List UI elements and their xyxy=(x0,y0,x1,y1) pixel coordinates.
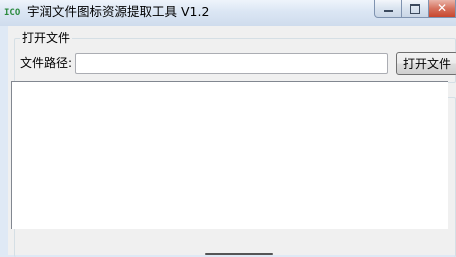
app-icon: ICO xyxy=(4,8,21,18)
minimize-icon xyxy=(384,10,393,12)
open-file-button[interactable]: 打开文件 xyxy=(396,52,456,75)
open-file-group-legend: 打开文件 xyxy=(20,31,73,45)
file-path-input[interactable] xyxy=(75,53,388,74)
file-path-label: 文件路径: xyxy=(20,56,73,70)
maximize-icon xyxy=(410,4,420,14)
close-icon: ✕ xyxy=(437,1,448,15)
window-title: 宇润文件图标资源提取工具 V1.2 xyxy=(27,4,210,19)
maximize-button[interactable] xyxy=(402,0,429,18)
title-bar[interactable]: ICO 宇润文件图标资源提取工具 V1.2 ✕ xyxy=(0,0,456,26)
icon-list[interactable] xyxy=(11,81,448,229)
close-button[interactable]: ✕ xyxy=(429,0,456,18)
minimize-button[interactable] xyxy=(374,0,402,18)
